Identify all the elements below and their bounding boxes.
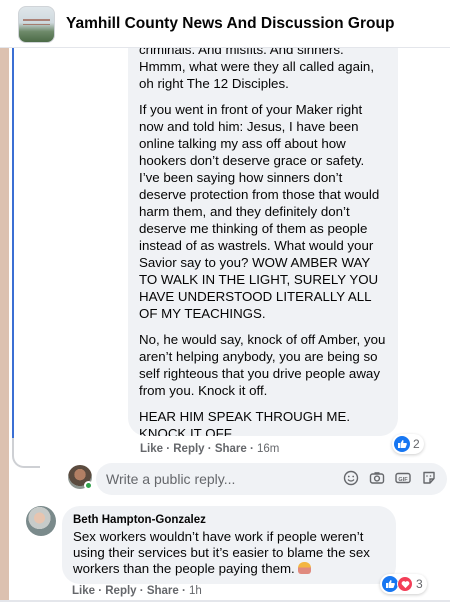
comment-actions: Like · Reply · Share · 16m (140, 443, 279, 455)
reply-button[interactable]: Reply (173, 443, 204, 455)
online-status-dot (84, 481, 93, 490)
like-icon (382, 576, 398, 592)
comment-timestamp[interactable]: 1h (189, 585, 202, 597)
svg-text:GIF: GIF (398, 477, 408, 483)
group-title[interactable]: Yamhill County News And Discussion Group (66, 15, 394, 33)
comment-bubble: scholars say he married other OW and cri… (128, 30, 398, 436)
sticker-icon[interactable] (421, 469, 437, 487)
like-button[interactable]: Like (140, 443, 163, 455)
comment-paragraph: No, he would say, knock of off Amber, yo… (139, 332, 386, 398)
separator: · (246, 443, 258, 455)
comment-timestamp[interactable]: 16m (257, 443, 279, 455)
comment-text: Sex workers wouldn’t have work if people… (73, 529, 386, 577)
thread-line (12, 48, 14, 453)
comment-paragraph: HEAR HIM SPEAK THROUGH ME. KNOCK IT OFF. (139, 409, 351, 436)
comment-author[interactable]: Beth Hampton-Gonzalez (73, 514, 206, 526)
separator: · (136, 585, 147, 597)
comment-actions: Like · Reply · Share · 1h (72, 585, 202, 597)
separator: · (163, 443, 174, 455)
reply-placeholder: Write a public reply... (106, 471, 236, 487)
like-icon (394, 436, 410, 452)
reply-button[interactable]: Reply (105, 585, 136, 597)
thread-connector (12, 438, 40, 468)
woman-facepalming-emoji-icon (298, 562, 312, 574)
group-cover-image[interactable] (18, 6, 55, 43)
like-button[interactable]: Like (72, 585, 95, 597)
love-icon (397, 576, 413, 592)
reply-input[interactable]: Write a public reply... GIF (96, 463, 447, 495)
share-button[interactable]: Share (215, 443, 247, 455)
separator: · (204, 443, 215, 455)
camera-icon[interactable] (369, 469, 385, 487)
reaction-count-badge[interactable]: 3 (380, 574, 427, 594)
reaction-count: 3 (416, 577, 423, 591)
reaction-count-badge[interactable]: 2 (392, 434, 424, 454)
comment-paragraph: If you went in front of your Maker right… (139, 102, 380, 321)
separator: · (95, 585, 106, 597)
share-button[interactable]: Share (147, 585, 179, 597)
avatar[interactable] (26, 506, 56, 536)
left-edge-strip (0, 0, 9, 602)
comment-bubble: Beth Hampton-Gonzalez Sex workers wouldn… (62, 506, 396, 584)
separator: · (178, 585, 190, 597)
group-header: Yamhill County News And Discussion Group (0, 0, 450, 48)
gif-icon[interactable]: GIF (395, 469, 411, 487)
comment-text-body: Sex workers wouldn’t have work if people… (73, 529, 370, 576)
emoji-icon[interactable] (343, 469, 359, 487)
reaction-count: 2 (413, 437, 420, 451)
